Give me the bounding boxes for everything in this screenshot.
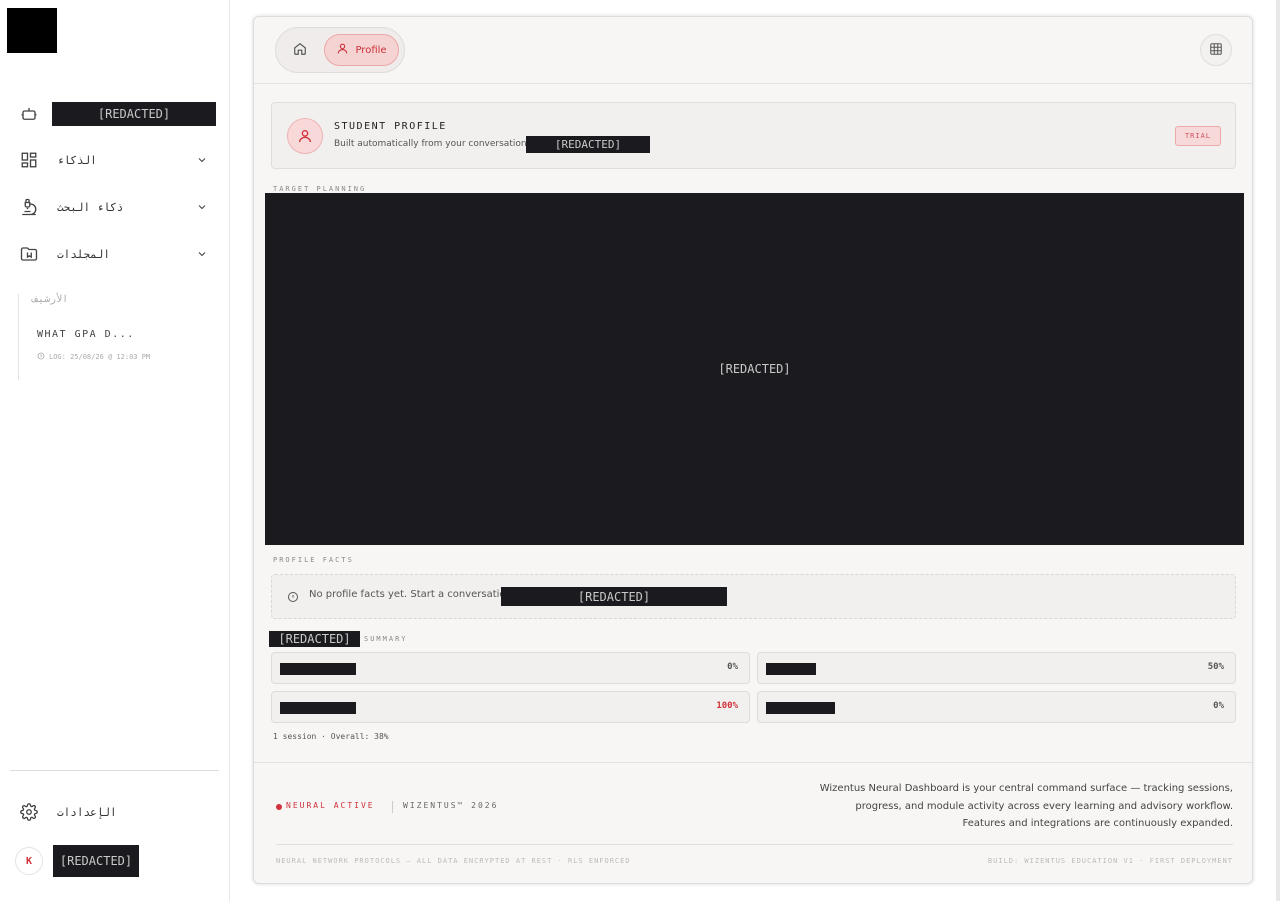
brand-text: WIZENTUS™ 2026 <box>403 801 499 810</box>
profile-facts-empty: No profile facts yet. Start a conversati… <box>309 589 512 600</box>
tab-profile[interactable]: Profile <box>324 34 399 66</box>
sidebar: [REDACTED] الذكاء ذكاء البحث المجلدات ال… <box>0 0 230 901</box>
stat-value: 50% <box>1207 662 1224 672</box>
settings-button[interactable]: الإعدادات <box>0 792 230 832</box>
footer: NEURAL ACTIVE WIZENTUS™ 2026 Wizentus Ne… <box>254 762 1252 883</box>
sidebar-item-label: المجلدات <box>57 247 110 261</box>
divider <box>392 801 393 813</box>
sidebar-item-label: ذكاء البحث <box>57 200 124 214</box>
chevron-down-icon[interactable] <box>195 200 209 214</box>
history-section: الأرشيف WHAT GPA D... LOG: 25/08/26 @ 12… <box>18 294 218 380</box>
history-meta: LOG: 25/08/26 @ 12:03 PM <box>37 352 150 362</box>
footer-description: Wizentus Neural Dashboard is your centra… <box>813 780 1233 833</box>
folder-bookmark-icon <box>18 243 40 265</box>
sidebar-item-intelligence[interactable]: الذكاء <box>0 140 230 180</box>
summary-stat: 100% <box>271 691 750 723</box>
divider <box>10 770 219 771</box>
sidebar-item-research[interactable]: ذكاء البحث <box>0 187 230 227</box>
summary-stat: 0% <box>271 652 750 684</box>
history-title: الأرشيف <box>32 294 69 305</box>
stat-value: 0% <box>1213 701 1224 711</box>
profile-title: STUDENT PROFILE <box>334 121 447 132</box>
stat-value: 100% <box>716 701 738 711</box>
profile-facts-label: PROFILE FACTS <box>273 556 354 564</box>
profile-facts-redacted: [REDACTED] <box>501 587 727 606</box>
grid-view-button[interactable] <box>1200 34 1232 66</box>
footer-description-line: progress, and module activity across eve… <box>855 800 1233 812</box>
summary-stat: 50% <box>757 652 1236 684</box>
stat-label-redacted <box>280 663 356 675</box>
user-icon <box>336 42 349 58</box>
microscope-icon <box>18 196 40 218</box>
user-icon <box>287 118 323 154</box>
profile-facts-box: No profile facts yet. Start a conversati… <box>271 574 1236 619</box>
info-icon <box>286 590 300 604</box>
settings-label: الإعدادات <box>57 805 117 819</box>
sidebar-item-folders[interactable]: المجلدات <box>0 234 230 274</box>
target-planning-label: TARGET PLANNING <box>273 185 367 193</box>
home-icon <box>293 41 307 60</box>
target-planning-content: [REDACTED] <box>265 193 1244 545</box>
stat-label-redacted <box>280 702 356 714</box>
home-button[interactable] <box>288 38 312 62</box>
robot-icon <box>18 103 40 125</box>
stat-value: 0% <box>727 662 738 672</box>
avatar[interactable]: K <box>15 847 43 875</box>
trial-badge: TRIAL <box>1175 126 1221 146</box>
sidebar-item-assistant[interactable]: [REDACTED] <box>0 94 230 134</box>
footer-description-line: Features and integrations are continuous… <box>962 818 1233 829</box>
topbar: Profile <box>254 17 1252 84</box>
profile-subtitle-redacted: [REDACTED] <box>526 136 650 153</box>
gear-icon <box>18 801 40 823</box>
footer-description-line: Wizentus Neural Dashboard is your centra… <box>819 783 1233 794</box>
stat-label-redacted <box>766 702 835 714</box>
tab-group: Profile <box>275 27 405 73</box>
overall-summary: 1 session · Overall: 38% <box>273 732 389 741</box>
summary-prefix-redacted: [REDACTED] <box>269 631 360 647</box>
main-panel: Profile STUDENT PROFILE Built automatica… <box>253 16 1253 884</box>
profile-subtitle: Built automatically from your conversati… <box>334 139 532 149</box>
history-timestamp: LOG: 25/08/26 @ 12:03 PM <box>49 353 151 361</box>
logo[interactable] <box>7 8 57 53</box>
clock-icon <box>37 352 45 362</box>
stat-label-redacted <box>766 663 816 675</box>
status-dot <box>276 804 282 810</box>
chevron-down-icon[interactable] <box>195 153 209 167</box>
summary-label: SUMMARY <box>364 635 408 643</box>
divider <box>276 844 1233 845</box>
sidebar-item-label: [REDACTED] <box>52 102 216 126</box>
legal-text: NEURAL NETWORK PROTOCOLS — ALL DATA ENCR… <box>276 857 631 865</box>
user-name[interactable]: [REDACTED] <box>53 845 139 877</box>
summary-stat: 0% <box>757 691 1236 723</box>
neural-status: NEURAL ACTIVE <box>286 801 375 810</box>
history-item[interactable]: WHAT GPA D... <box>37 329 135 340</box>
dashboard-icon <box>18 149 40 171</box>
sidebar-item-label: الذكاء <box>57 153 97 167</box>
chevron-down-icon[interactable] <box>195 247 209 261</box>
tab-profile-label: Profile <box>355 44 387 56</box>
scrollbar-track[interactable] <box>1276 0 1280 901</box>
student-profile-card: STUDENT PROFILE Built automatically from… <box>271 102 1236 169</box>
grid-icon <box>1209 41 1223 60</box>
build-info: BUILD: WIZENTUS EDUCATION V1 · FIRST DEP… <box>987 857 1233 865</box>
